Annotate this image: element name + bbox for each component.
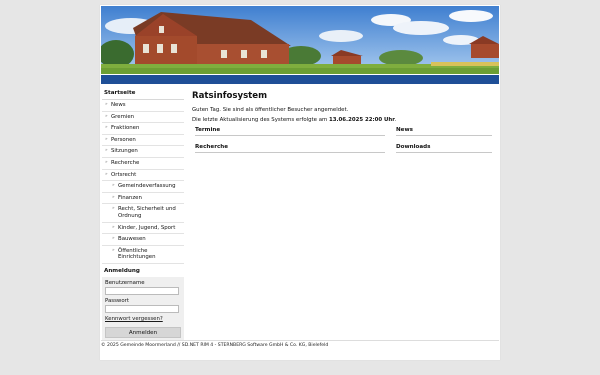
sidebar: Startseite » News » Gremien » Fraktionen… <box>102 88 184 341</box>
panel-termine-header: Termine <box>195 127 385 136</box>
nav-subitem-einrichtungen[interactable]: » Öffentliche Einrichtungen <box>102 246 184 264</box>
password-input[interactable] <box>105 304 179 313</box>
greeting-text: Guten Tag. Sie sind als öffentlicher Bes… <box>192 107 349 113</box>
nav-subitem-label: Öffentliche Einrichtungen <box>118 247 156 261</box>
nav-item-ortsrecht[interactable]: » Ortsrecht <box>102 170 184 182</box>
nav-subitem-bauwesen[interactable]: » Bauwesen <box>102 234 184 246</box>
nav-subitem-kinder[interactable]: » Kinder, Jugend, Sport <box>102 223 184 235</box>
footer-text: © 2025 Gemeinde Moormerland // SD.NET RI… <box>101 343 329 348</box>
update-prefix: Die letzte Aktualisierung des Systems er… <box>192 117 328 123</box>
update-info: Die letzte Aktualisierung des Systems er… <box>192 117 492 123</box>
nav-item-label: Personen <box>111 136 136 143</box>
nav-subitem-label: Finanzen <box>118 194 142 201</box>
nav-subitem-finanzen[interactable]: » Finanzen <box>102 193 184 205</box>
panel-recherche-header: Recherche <box>195 144 385 153</box>
page-title: Ratsinfosystem <box>192 91 268 101</box>
bullet-arrow-icon: » <box>112 183 115 189</box>
panel-downloads-header: Downloads <box>396 144 492 153</box>
bullet-arrow-icon: » <box>105 102 108 107</box>
login-button[interactable]: Anmelden <box>105 326 181 338</box>
nav-subitem-label: Recht, Sicherheit und Ordnung <box>118 206 176 219</box>
login-heading: Anmeldung <box>104 267 140 274</box>
bullet-arrow-icon: » <box>105 171 108 177</box>
password-label: Passwort <box>105 297 129 304</box>
nav-item-label: Gremien <box>111 113 135 120</box>
main-content: Ratsinfosystem Guten Tag. Sie sind als ö… <box>192 88 492 127</box>
nav-item-label: Ortsrecht <box>111 171 137 178</box>
bullet-arrow-icon: » <box>105 125 108 131</box>
nav-subitem-recht[interactable]: » Recht, Sicherheit und Ordnung <box>102 204 184 223</box>
nav-home-link[interactable]: Startseite <box>102 88 184 100</box>
nav-item-label: News <box>111 102 126 108</box>
bullet-arrow-icon: » <box>112 194 115 200</box>
bullet-arrow-icon: » <box>105 159 108 165</box>
accent-bar <box>101 75 499 84</box>
bullet-arrow-icon: » <box>105 136 108 142</box>
nav-subitem-label: Gemeindeverfassung <box>118 183 176 190</box>
nav-item-label: Fraktionen <box>111 125 140 132</box>
forgot-password-link[interactable]: Kennwort vergessen? <box>105 316 181 322</box>
nav-item-label: Sitzungen <box>111 148 138 155</box>
bullet-arrow-icon: » <box>112 206 115 212</box>
nav-item-fraktionen[interactable]: » Fraktionen <box>102 123 184 135</box>
update-suffix: . <box>394 117 397 123</box>
bullet-arrow-icon: » <box>112 247 115 253</box>
footer-divider <box>101 340 499 341</box>
nav-subitem-gemeindeverfassung[interactable]: » Gemeindeverfassung <box>102 181 184 193</box>
nav-item-sitzungen[interactable]: » Sitzungen <box>102 146 184 158</box>
nav-item-personen[interactable]: » Personen <box>102 135 184 147</box>
nav-subitem-label: Bauwesen <box>118 236 146 243</box>
bullet-arrow-icon: » <box>112 224 115 230</box>
update-timestamp: 13.06.2025 22:00 Uhr <box>328 117 395 123</box>
bullet-arrow-icon: » <box>105 148 108 154</box>
login-form: Benutzername Passwort Kennwort vergessen… <box>102 276 184 341</box>
page-container: Startseite » News » Gremien » Fraktionen… <box>100 5 500 360</box>
bullet-arrow-icon: » <box>112 236 115 242</box>
panel-news-header: News <box>396 127 492 136</box>
username-label: Benutzername <box>105 279 145 286</box>
nav-subitem-label: Kinder, Jugend, Sport <box>118 224 176 231</box>
nav-item-recherche[interactable]: » Recherche <box>102 158 184 170</box>
nav-item-gremien[interactable]: » Gremien <box>102 112 184 124</box>
bullet-arrow-icon: » <box>105 113 108 119</box>
nav-item-label: Recherche <box>111 159 140 166</box>
username-input[interactable] <box>105 286 179 295</box>
nav-item-news[interactable]: » News <box>102 100 184 112</box>
header-banner-image <box>101 6 499 74</box>
